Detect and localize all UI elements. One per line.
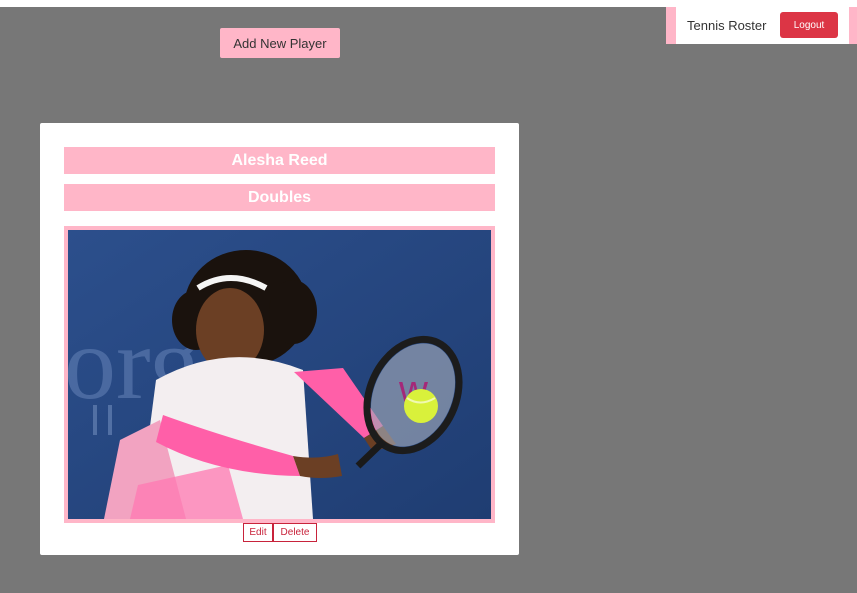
card-actions: Edit Delete — [243, 523, 317, 542]
player-photo-frame: org w — [64, 226, 495, 523]
delete-button[interactable]: Delete — [273, 523, 317, 542]
edit-button[interactable]: Edit — [243, 523, 273, 542]
player-name: Alesha Reed — [64, 147, 495, 174]
app-brand[interactable]: Tennis Roster — [687, 18, 766, 33]
player-type: Doubles — [64, 184, 495, 211]
add-new-player-button[interactable]: Add New Player — [220, 28, 340, 58]
player-card: Alesha Reed Doubles org w Edit Delete — [40, 123, 519, 555]
logout-button[interactable]: Logout — [780, 12, 838, 38]
tennis-player-image: org w — [68, 230, 491, 519]
player-photo: org w — [68, 230, 491, 519]
top-navbar: Tennis Roster Logout — [666, 7, 857, 44]
